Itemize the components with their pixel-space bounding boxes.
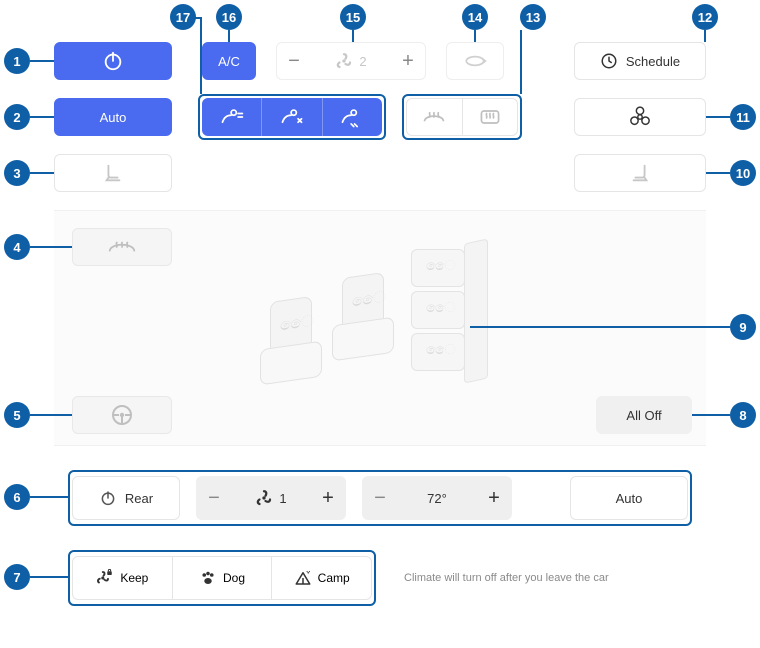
seat-front-right[interactable]: ෛ (328, 275, 398, 365)
clock-icon (600, 52, 618, 70)
callout-11: 11 (730, 104, 756, 130)
rear-fan-display: 1 (231, 489, 311, 507)
dog-label: Dog (223, 571, 245, 585)
wiper-defrost-icon (107, 237, 137, 257)
callout-17: 17 (170, 4, 196, 30)
callout-10: 10 (730, 160, 756, 186)
airflow-feet-button[interactable] (323, 98, 382, 136)
seat-heater-diagram[interactable]: ෛ ෛ ෛ ෛ ෛ (240, 240, 520, 420)
passenger-seat-heat-button[interactable] (574, 154, 706, 192)
callout-7: 7 (4, 564, 30, 590)
rear-temp-display: 72° (397, 491, 477, 506)
ac-button[interactable]: A/C (202, 42, 256, 80)
defrost-front-icon (422, 107, 446, 127)
airflow-feet-icon (339, 106, 365, 128)
recirculate-icon (462, 52, 488, 70)
callout-9: 9 (730, 314, 756, 340)
keep-label: Keep (120, 571, 148, 585)
defrost-rear-icon (478, 107, 502, 127)
auto-label: Auto (100, 110, 127, 125)
defrost-rear-button[interactable] (463, 99, 518, 135)
rear-seat-back (464, 238, 488, 383)
fan-plus-button[interactable]: + (391, 43, 425, 79)
callout-4: 4 (4, 234, 30, 260)
defrost-group[interactable] (406, 98, 518, 136)
rear-auto-label: Auto (616, 491, 643, 506)
rear-auto-button[interactable]: Auto (570, 476, 688, 520)
callout-6: 6 (4, 484, 30, 510)
ac-label: A/C (218, 54, 240, 69)
schedule-label: Schedule (626, 54, 680, 69)
fan-minus-button[interactable]: − (277, 43, 311, 79)
callout-15: 15 (340, 4, 366, 30)
rear-temp-plus[interactable]: + (477, 477, 511, 519)
power-icon (102, 50, 124, 72)
camp-mode-button[interactable]: Camp (272, 557, 371, 599)
rear-fan-minus[interactable]: − (197, 477, 231, 519)
callout-5: 5 (4, 402, 30, 428)
seat-front-left[interactable]: ෛ (256, 299, 326, 389)
recirculate-button[interactable] (446, 42, 504, 80)
airflow-body-icon (279, 106, 305, 128)
camp-label: Camp (318, 571, 350, 585)
callout-2: 2 (4, 104, 30, 130)
airflow-face-icon (219, 106, 245, 128)
steering-heat-button[interactable] (72, 396, 172, 434)
driver-seat-heat-button[interactable] (54, 154, 172, 192)
callout-13: 13 (520, 4, 546, 30)
climate-note: Climate will turn off after you leave th… (404, 572, 609, 584)
airflow-face-button[interactable] (202, 98, 262, 136)
power-button[interactable] (54, 42, 172, 80)
steering-wheel-icon (110, 403, 134, 427)
auto-button[interactable]: Auto (54, 98, 172, 136)
callout-16: 16 (216, 4, 242, 30)
power-icon (99, 489, 117, 507)
callout-14: 14 (462, 4, 488, 30)
tent-icon (294, 569, 312, 587)
bioweapon-button[interactable] (574, 98, 706, 136)
wiper-defrost-button[interactable] (72, 228, 172, 266)
rear-temp-stepper[interactable]: − 72° + (362, 476, 512, 520)
defrost-front-button[interactable] (407, 99, 463, 135)
climate-modes-group[interactable]: Keep Dog Camp (72, 556, 372, 600)
schedule-button[interactable]: Schedule (574, 42, 706, 80)
rear-label: Rear (125, 491, 153, 506)
rear-fan-stepper[interactable]: − 1 + (196, 476, 346, 520)
seat-rear-bench[interactable]: ෛ ෛ ෛ (408, 249, 468, 379)
rear-fan-plus[interactable]: + (311, 477, 345, 519)
airflow-direction-group[interactable] (202, 98, 382, 136)
seat-left-icon (102, 162, 124, 184)
dog-mode-button[interactable]: Dog (173, 557, 273, 599)
fan-icon (255, 489, 273, 507)
seat-right-icon (629, 162, 651, 184)
fan-icon (335, 52, 353, 70)
rear-power-button[interactable]: Rear (72, 476, 180, 520)
all-off-button[interactable]: All Off (596, 396, 692, 434)
callout-1: 1 (4, 48, 30, 74)
fan-speed-display: 2 (311, 52, 391, 70)
callout-8: 8 (730, 402, 756, 428)
paw-icon (199, 569, 217, 587)
rear-temp-minus[interactable]: − (363, 477, 397, 519)
airflow-body-button[interactable] (262, 98, 322, 136)
callout-12: 12 (692, 4, 718, 30)
keep-mode-button[interactable]: Keep (73, 557, 173, 599)
fan-speed-stepper[interactable]: − 2 + (276, 42, 426, 80)
biohazard-icon (629, 106, 651, 128)
fan-lock-icon (96, 569, 114, 587)
callout-3: 3 (4, 160, 30, 186)
all-off-label: All Off (626, 408, 661, 423)
